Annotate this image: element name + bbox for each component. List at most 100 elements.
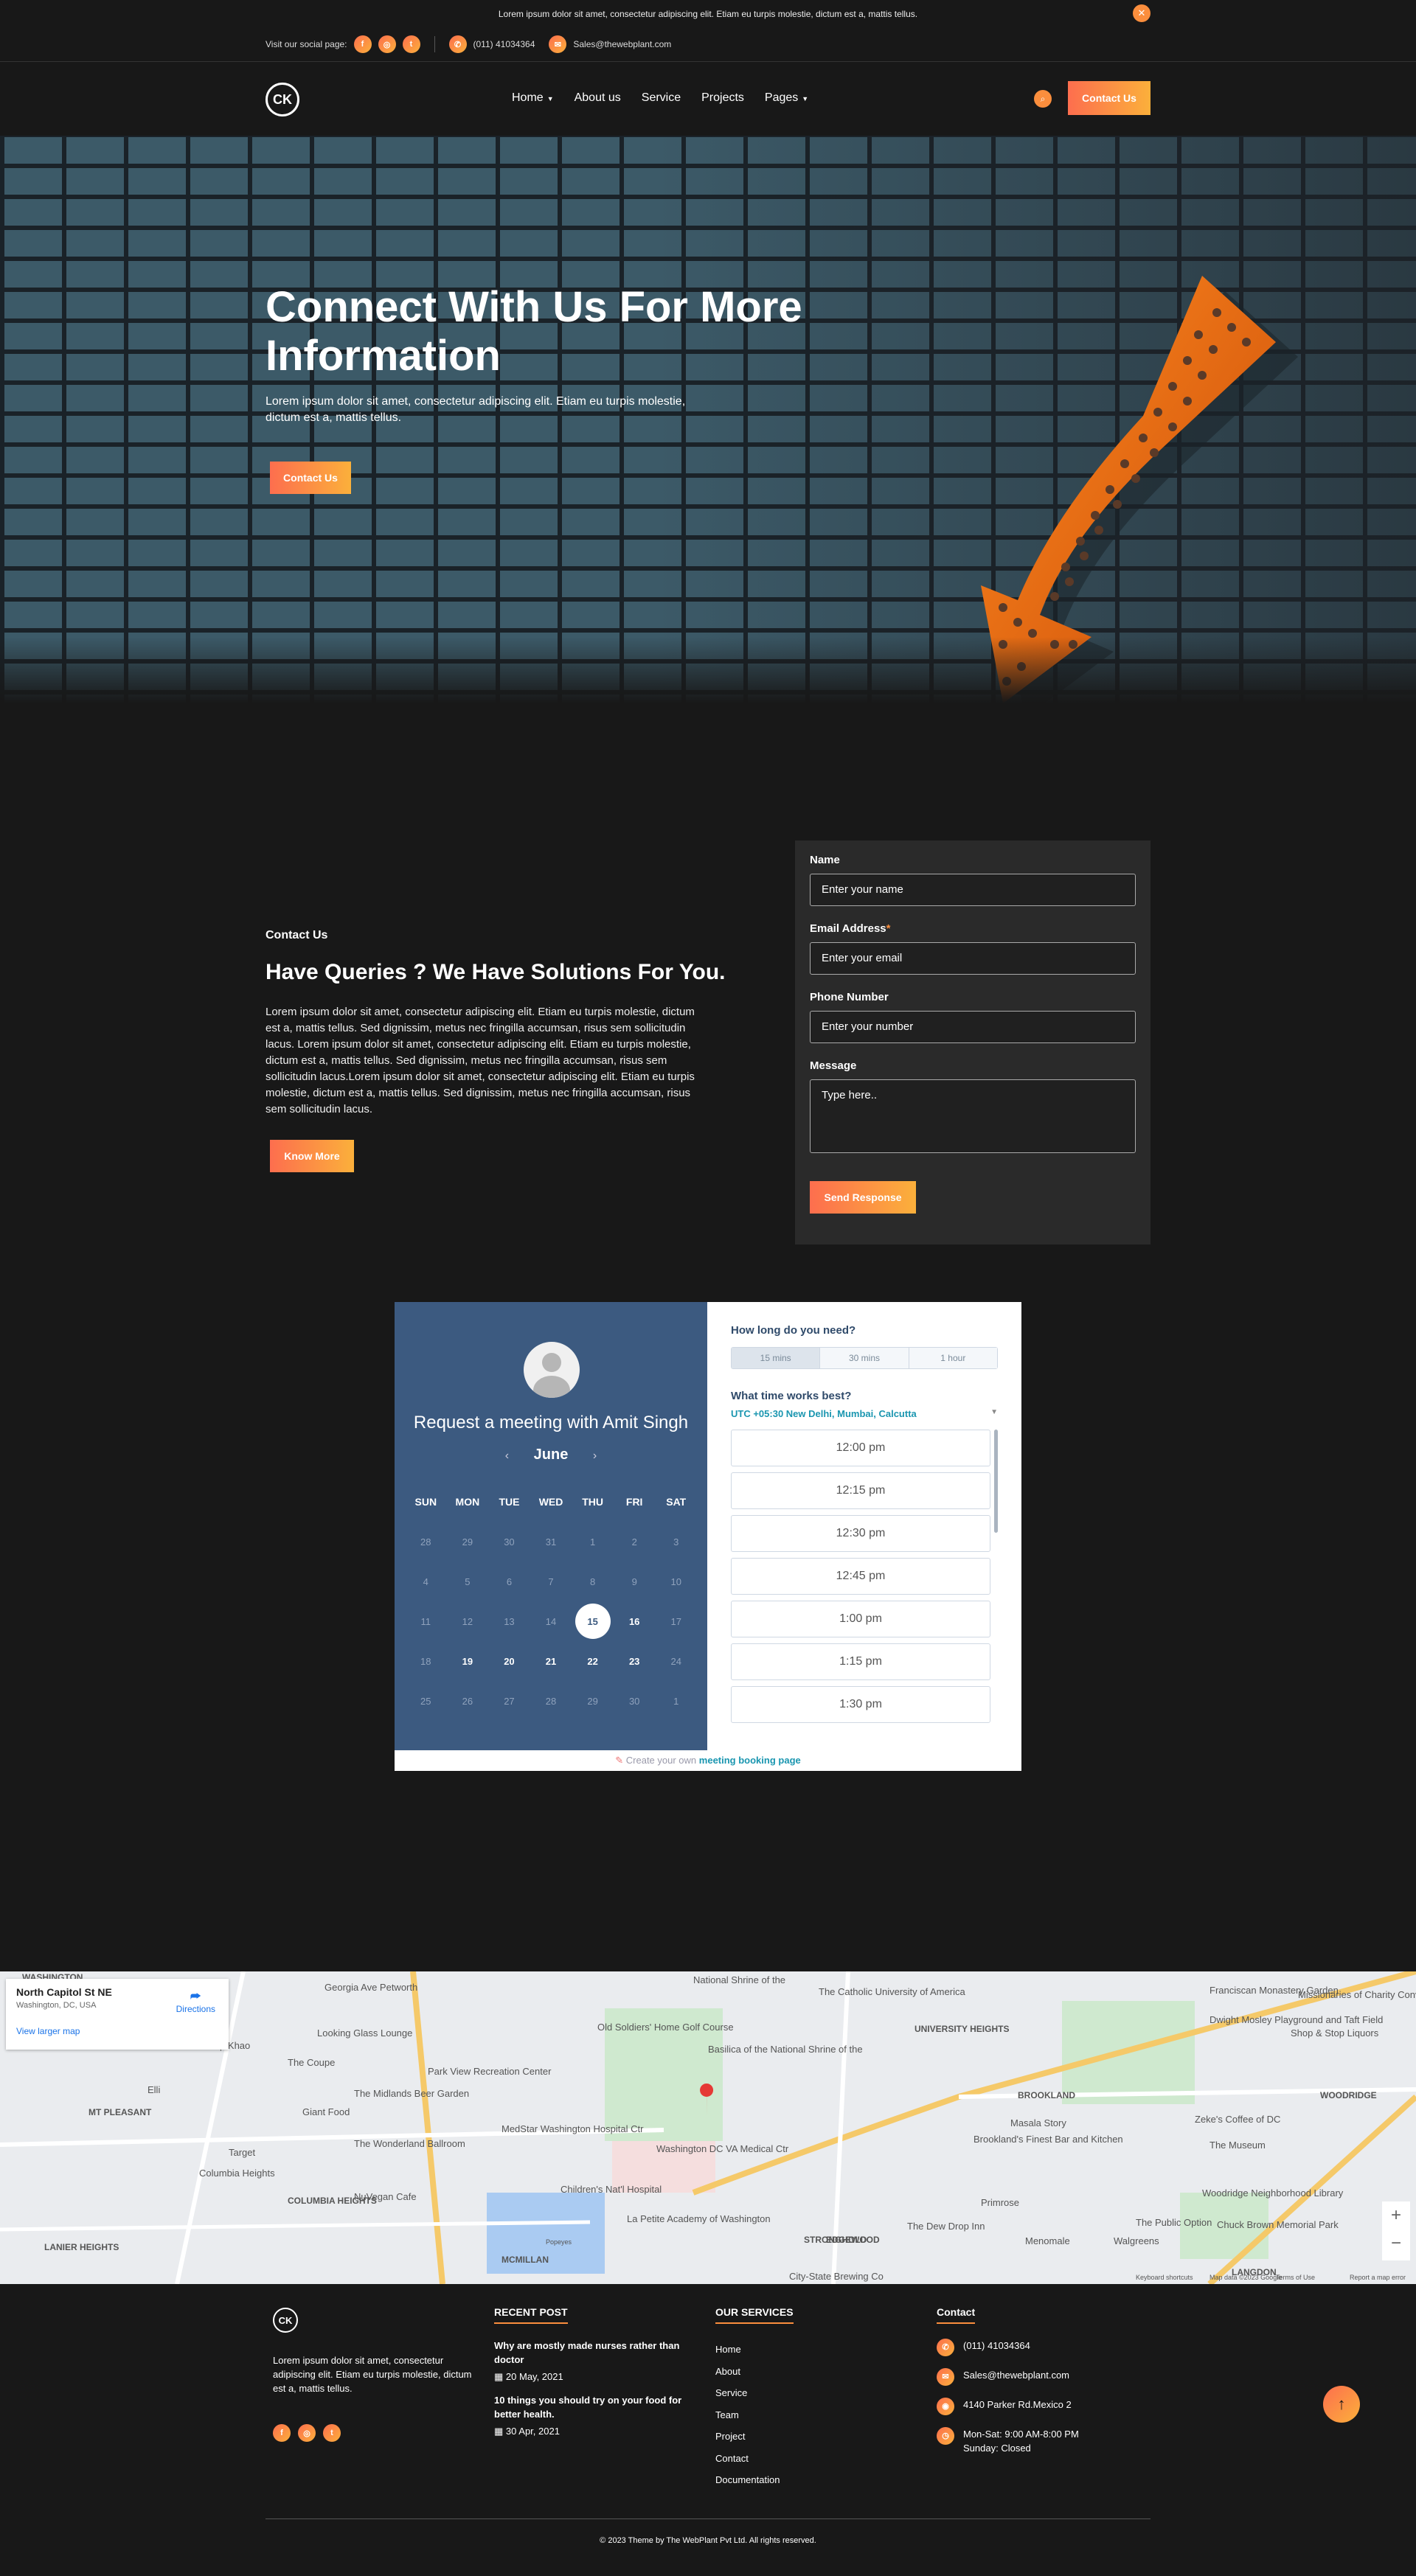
topbar-email[interactable]: Sales@thewebplant.com [573,39,671,49]
calendar-day: 4 [423,1576,428,1587]
contact-section: Contact Us Have Queries ? We Have Soluti… [0,725,1416,1271]
instagram-icon[interactable]: ◎ [298,2424,316,2442]
calendar-week: 28 29 30 31 1 2 3 [405,1522,697,1562]
post-date-text: 20 May, 2021 [505,2371,563,2382]
post-title[interactable]: 10 things you should try on your food fo… [494,2393,686,2421]
hours-sunday: Sunday: Closed [963,2443,1031,2454]
facebook-icon[interactable]: f [273,2424,291,2442]
close-icon[interactable]: ✕ [1133,4,1150,22]
service-link[interactable]: Contact [715,2448,794,2470]
copyright: © 2023 Theme by The WebPlant Pvt Ltd. Al… [600,2536,816,2545]
map-label: MCMILLAN [502,2255,549,2265]
calendar-day-available[interactable]: 20 [488,1656,530,1667]
service-link[interactable]: Team [715,2404,794,2426]
name-field[interactable]: Enter your name [810,874,1136,906]
zoom-in-button[interactable]: + [1382,2201,1410,2229]
nav-contact-button[interactable]: Contact Us [1068,81,1150,115]
calendar-day: 27 [504,1695,515,1707]
topbar-phone[interactable]: (011) 41034364 [473,39,535,49]
hero-contact-button[interactable]: Contact Us [270,462,351,494]
services-list: Home About Service Team Project Contact … [715,2339,794,2491]
time-slot[interactable]: 12:30 pm [731,1515,990,1552]
nav-item-service[interactable]: Service [642,91,681,105]
calendar-day-selected[interactable]: 15 [572,1604,614,1639]
time-slot[interactable]: 12:15 pm [731,1472,990,1509]
prev-month-icon[interactable]: ‹ [505,1449,509,1462]
send-response-button[interactable]: Send Response [810,1181,916,1214]
footer-social: f ◎ t [273,2424,341,2442]
duration-option-60[interactable]: 1 hour [909,1348,997,1368]
service-link[interactable]: Documentation [715,2469,794,2491]
instagram-icon[interactable]: ◎ [378,35,396,53]
contact-email[interactable]: ✉ Sales@thewebplant.com [937,2368,1079,2386]
service-link[interactable]: Home [715,2339,794,2361]
email-icon: ✉ [549,35,567,53]
recent-posts-column: RECENT POST Why are mostly made nurses r… [494,2306,686,2448]
map-label: Masala Story [1010,2117,1066,2128]
phone-label: Phone Number [810,991,889,1003]
message-textarea[interactable]: Type here.. [810,1079,1136,1153]
calendar-day-available[interactable]: 22 [572,1656,614,1667]
nav-item-projects[interactable]: Projects [701,91,744,105]
service-link[interactable]: Service [715,2382,794,2404]
timezone-select[interactable]: UTC +05:30 New Delhi, Mumbai, Calcutta ▼ [731,1408,998,1419]
map-label: Report a map error [1350,2274,1406,2281]
calendar-day: 24 [670,1655,681,1667]
calendar-grid: SUN MON TUE WED THU FRI SAT 28 29 30 31 … [405,1482,697,1721]
facebook-icon[interactable]: f [353,35,372,53]
view-larger-map-link[interactable]: View larger map [16,2026,218,2036]
address-text: 4140 Parker Rd.Mexico 2 [963,2399,1072,2410]
calendar-day-available[interactable]: 16 [614,1616,656,1627]
site-logo[interactable]: CK [266,83,299,116]
calendar-day: 30 [504,1536,515,1548]
time-slot[interactable]: 12:00 pm [731,1430,990,1466]
nav-item-about[interactable]: About us [575,91,621,105]
map-label: The Dew Drop Inn [907,2221,985,2232]
embedded-map[interactable]: WASHINGTON MT PLEASANT COLUMBIA HEIGHTS LAN… [0,1971,1416,2284]
calendar-day: 29 [462,1536,473,1548]
time-slot[interactable]: 1:15 pm [731,1643,990,1680]
map-label: Target [229,2147,256,2158]
map-label: Park View Recreation Center [428,2066,552,2077]
post-title[interactable]: Why are mostly made nurses rather than d… [494,2339,686,2367]
calendar-day: 8 [589,1576,596,1587]
zoom-out-button[interactable]: − [1382,2229,1410,2258]
calendar-icon: ▦ [494,2426,504,2437]
next-month-icon[interactable]: › [593,1449,597,1462]
search-icon[interactable]: ⌕ [1034,90,1052,108]
hours-weekday: Mon-Sat: 9:00 AM-8:00 PM [963,2429,1079,2440]
section-heading: Have Queries ? We Have Solutions For You… [266,960,726,984]
scroll-to-top-button[interactable]: ↑ [1323,2386,1360,2423]
announcement-text: Lorem ipsum dolor sit amet, consectetur … [498,9,918,19]
directions-link[interactable]: ⮫ Directions [176,1991,215,2014]
calendar-day-available[interactable]: 23 [614,1656,656,1667]
twitter-icon[interactable]: t [402,35,420,53]
calendar-day-available[interactable]: 19 [447,1656,489,1667]
calendar-day-available[interactable]: 21 [530,1656,572,1667]
service-link[interactable]: About [715,2361,794,2383]
duration-option-30[interactable]: 30 mins [820,1348,909,1368]
contact-phone[interactable]: ✆ (011) 41034364 [937,2339,1079,2356]
duration-option-15[interactable]: 15 mins [732,1348,821,1368]
time-slot[interactable]: 1:00 pm [731,1601,990,1637]
footer-logo[interactable]: CK [273,2308,298,2333]
time-slot[interactable]: 12:45 pm [731,1558,990,1595]
scrollbar[interactable] [994,1430,998,1533]
booking-page-link[interactable]: meeting booking page [699,1755,801,1766]
nav-label: Home [512,91,544,104]
post-date: ▦ 30 Apr, 2021 [494,2426,686,2437]
phone-field[interactable]: Enter your number [810,1011,1136,1043]
map-label: Children's Nat'l Hospital [560,2184,662,2195]
email-field[interactable]: Enter your email [810,942,1136,975]
nav-label: Pages [764,91,799,104]
map-place-card: North Capitol St NE Washington, DC, USA … [6,1979,229,2050]
map-label: WOODRIDGE [1320,2090,1377,2100]
service-link[interactable]: Project [715,2426,794,2448]
nav-item-pages[interactable]: Pages ▼ [765,91,808,105]
know-more-button[interactable]: Know More [270,1140,354,1172]
map-label: The Catholic University of America [819,1986,965,1997]
calendar-day: 30 [628,1695,640,1707]
time-slot[interactable]: 1:30 pm [731,1686,990,1723]
twitter-icon[interactable]: t [323,2424,341,2442]
nav-item-home[interactable]: Home ▼ [512,91,554,105]
